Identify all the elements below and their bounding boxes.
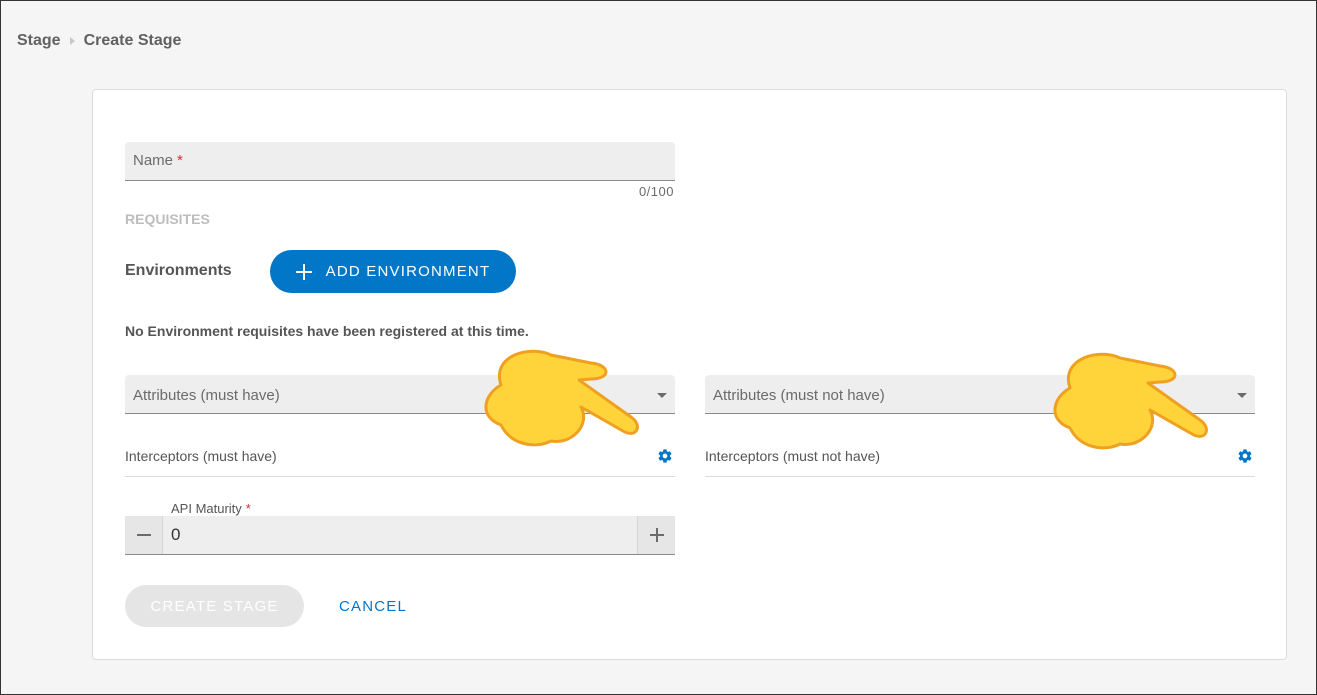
attributes-must-not-have-label: Attributes (must not have) [713,387,885,404]
minus-icon [136,534,151,536]
breadcrumb-separator-icon [69,37,75,45]
name-input-label: Name * [133,152,183,169]
increment-button[interactable] [637,516,675,554]
name-input[interactable]: Name * [125,142,675,181]
plus-icon [649,528,664,542]
api-maturity-stepper[interactable]: 0 [125,516,675,555]
breadcrumb-item-stage[interactable]: Stage [17,32,61,50]
api-maturity-label: API Maturity * [171,501,251,516]
create-stage-button[interactable]: CREATE STAGE [125,585,304,627]
add-environment-button[interactable]: ADD ENVIRONMENT [270,250,516,293]
environments-empty-message: No Environment requisites have been regi… [125,323,529,339]
dropdown-caret-icon [1237,393,1247,398]
interceptors-must-not-have-label: Interceptors (must not have) [705,448,881,464]
gear-icon[interactable] [1237,448,1253,464]
api-maturity-value[interactable]: 0 [171,525,180,545]
gear-icon[interactable] [657,448,673,464]
app-frame: Stage Create Stage Name * 0/100 REQUISITE… [0,0,1317,695]
plus-icon [295,263,312,280]
breadcrumb-item-create-stage: Create Stage [83,32,182,49]
required-mark: * [177,152,183,169]
attributes-must-have-label: Attributes (must have) [133,387,280,404]
decrement-button[interactable] [125,516,163,554]
required-mark: * [245,501,251,516]
interceptors-must-have-label: Interceptors (must have) [125,448,277,464]
environments-label: Environments [125,262,232,279]
pointing-hand-icon [1053,352,1208,450]
requisites-title: REQUISITES [125,211,210,227]
name-char-counter: 0/100 [638,184,674,199]
cancel-button[interactable]: CANCEL [325,585,421,627]
breadcrumb: Stage Create Stage [17,32,181,50]
add-environment-label: ADD ENVIRONMENT [325,263,491,280]
pointing-hand-icon [484,349,639,447]
create-stage-card: Name * 0/100 REQUISITES Environments ADD … [92,89,1287,660]
dropdown-caret-icon [657,393,667,398]
